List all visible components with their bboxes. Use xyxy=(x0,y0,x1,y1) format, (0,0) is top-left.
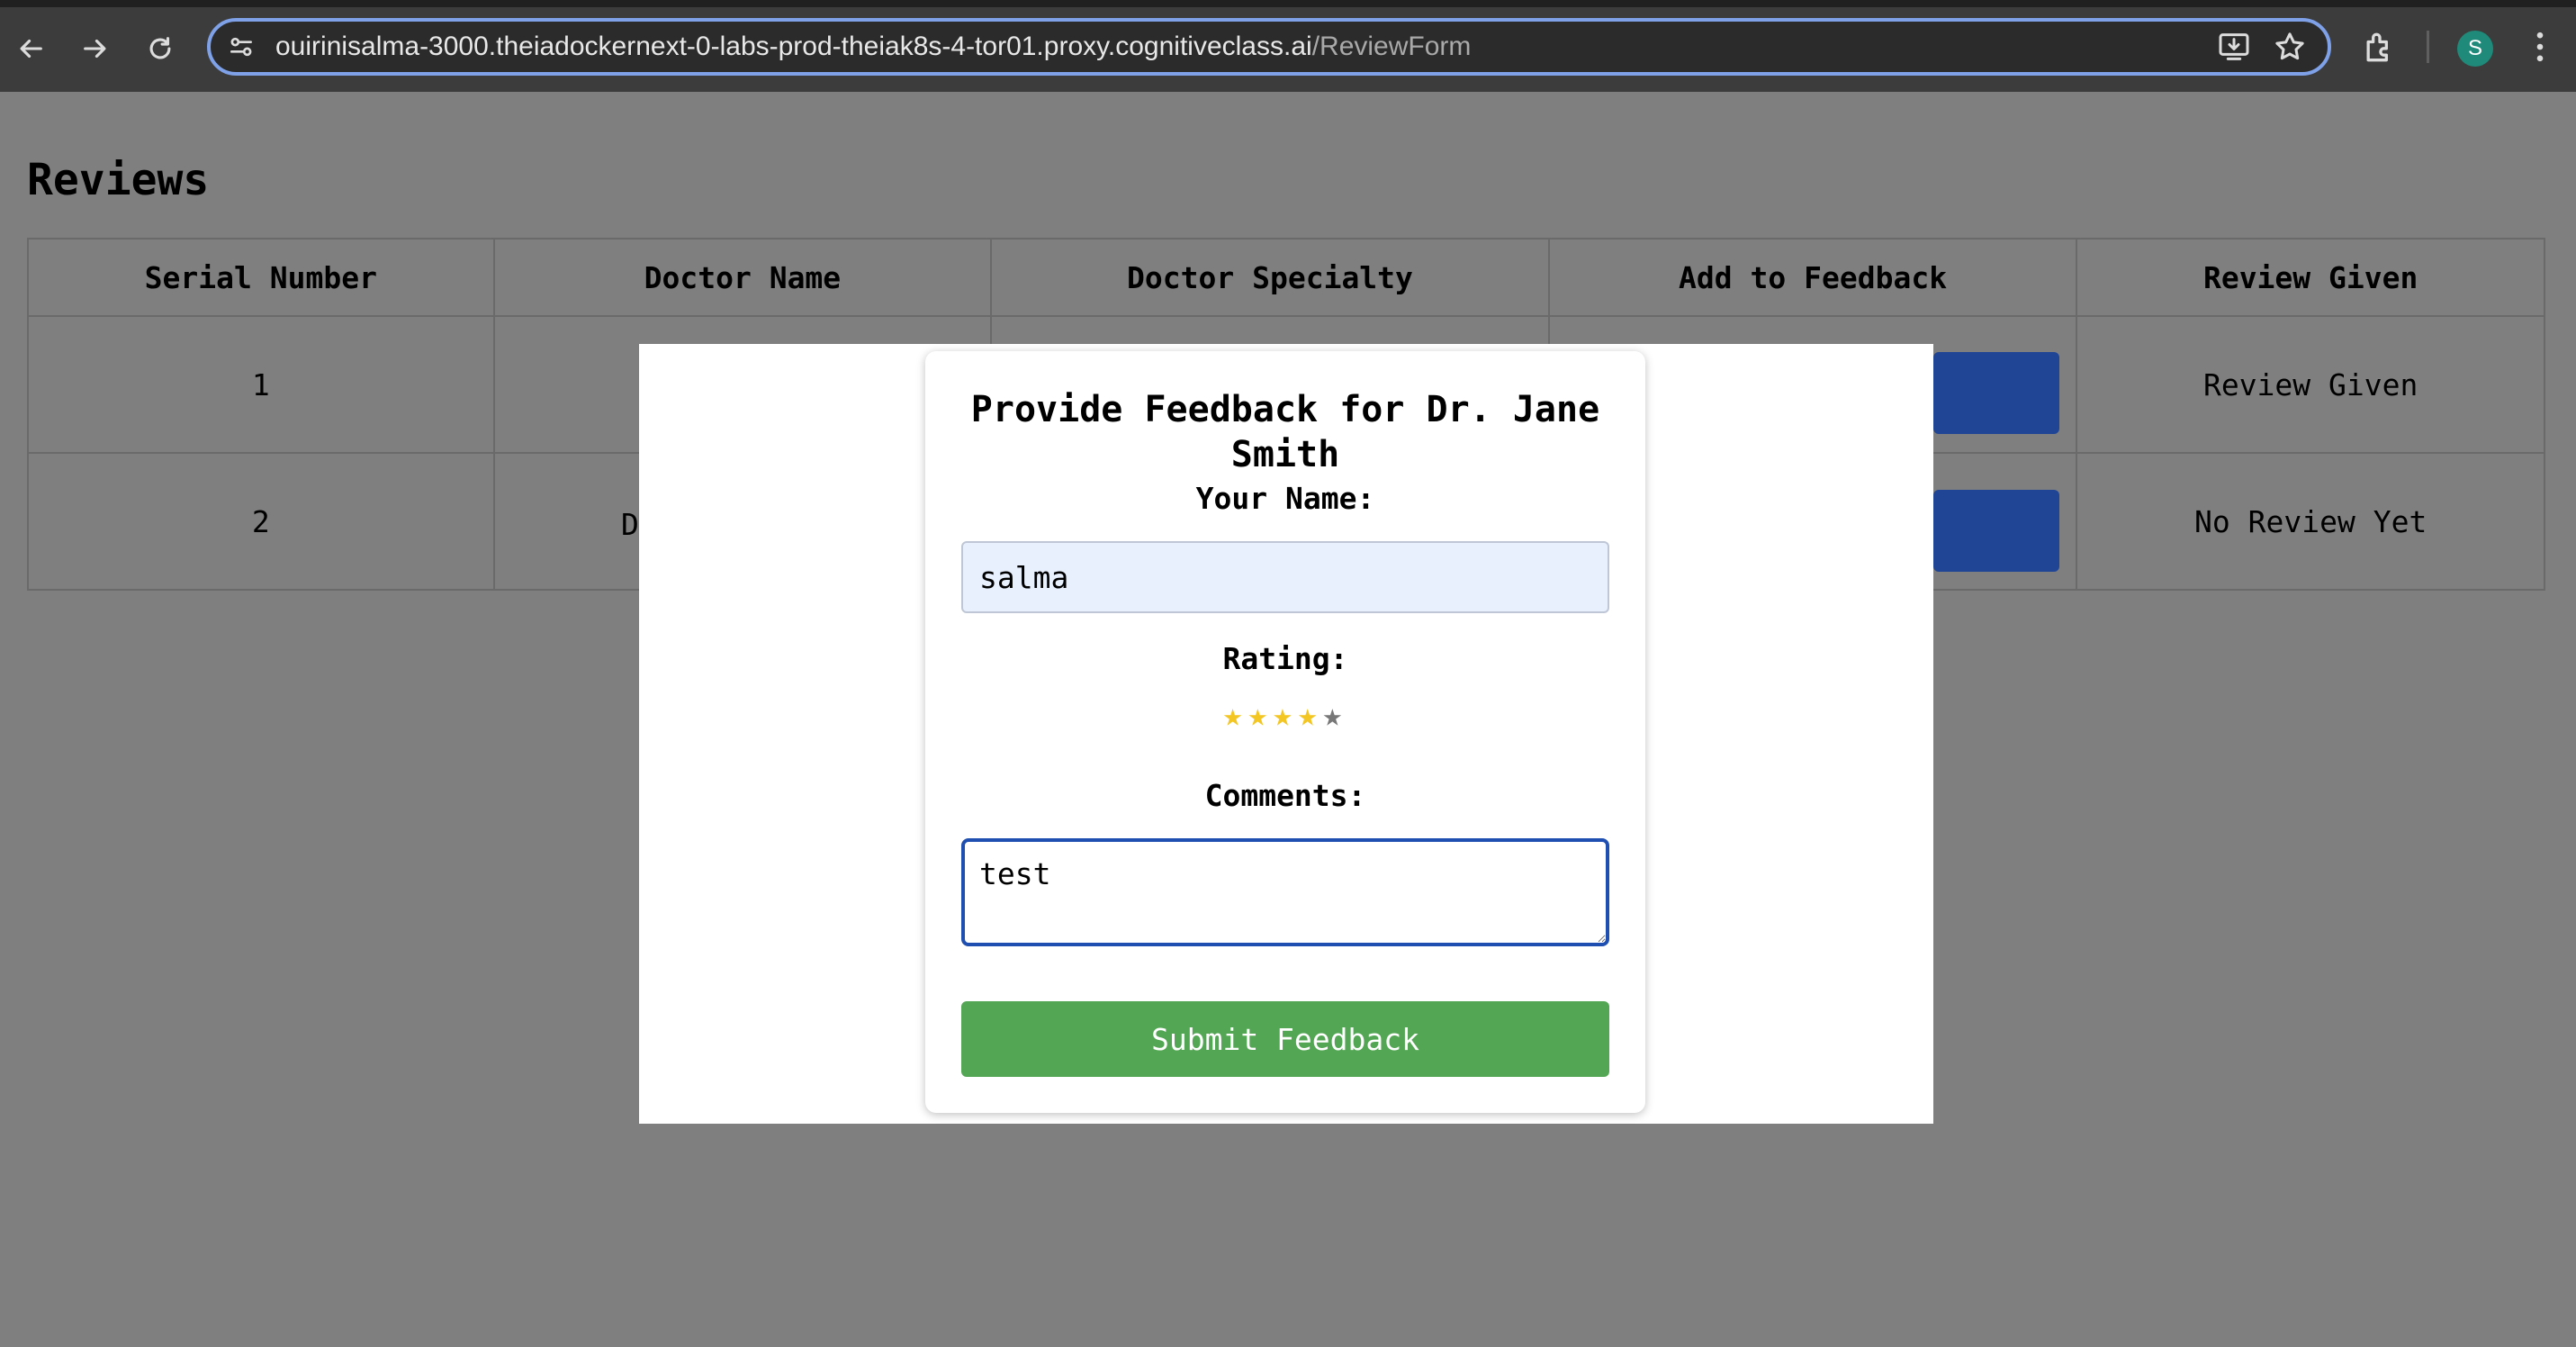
name-input[interactable] xyxy=(961,541,1609,613)
submit-feedback-button[interactable]: Submit Feedback xyxy=(961,1001,1609,1077)
star-icon[interactable]: ★ xyxy=(1223,697,1248,734)
star-icon[interactable]: ★ xyxy=(1298,697,1323,734)
feedback-button-row-1[interactable] xyxy=(1933,352,2059,434)
feedback-button-row-2[interactable] xyxy=(1933,490,2059,572)
rating-label: Rating: xyxy=(1222,641,1348,676)
reload-icon[interactable] xyxy=(137,25,184,72)
column-header: Add to Feedback xyxy=(1547,238,2078,317)
doctor-name-fragment: D xyxy=(621,507,639,542)
review-status-cell: No Review Yet xyxy=(2076,452,2545,591)
page-title: Reviews xyxy=(27,155,210,205)
star-rating[interactable]: ★★★★★ xyxy=(961,697,1609,734)
serial-cell: 1 xyxy=(27,315,495,454)
tab-strip-edge xyxy=(0,0,2576,7)
url-path: /ReviewForm xyxy=(1311,32,1472,61)
toolbar-divider xyxy=(2427,31,2429,63)
column-header: Doctor Specialty xyxy=(990,238,1550,317)
serial-cell: 2 xyxy=(27,452,495,591)
bookmark-star-icon[interactable] xyxy=(2272,29,2308,65)
review-status-cell: Review Given xyxy=(2076,315,2545,454)
kebab-menu-icon[interactable] xyxy=(2520,27,2560,67)
profile-avatar[interactable]: S xyxy=(2457,31,2493,67)
star-icon[interactable]: ★ xyxy=(1273,697,1298,734)
address-bar[interactable]: ouirinisalma-3000.theiadockernext-0-labs… xyxy=(207,18,2331,76)
extensions-icon[interactable] xyxy=(2360,27,2400,67)
column-header: Review Given xyxy=(2076,238,2545,317)
star-icon[interactable]: ★ xyxy=(1247,697,1273,734)
comments-label: Comments: xyxy=(1204,778,1366,813)
forward-arrow-icon[interactable] xyxy=(72,25,119,72)
install-app-icon[interactable] xyxy=(2216,29,2252,65)
column-header: Serial Number xyxy=(27,238,495,317)
url-host: ouirinisalma-3000.theiadockernext-0-labs… xyxy=(275,32,1312,61)
name-label: Your Name: xyxy=(1195,481,1375,516)
back-arrow-icon[interactable] xyxy=(7,25,54,72)
browser-toolbar: ouirinisalma-3000.theiadockernext-0-labs… xyxy=(0,0,2576,92)
column-header: Doctor Name xyxy=(492,238,993,317)
star-icon[interactable]: ★ xyxy=(1323,697,1348,734)
site-info-icon[interactable] xyxy=(227,32,256,61)
comments-textarea[interactable]: test xyxy=(961,838,1609,946)
table-header-row: Serial Number Doctor Name Doctor Special… xyxy=(27,238,2545,317)
form-title: Provide Feedback for Dr. Jane Smith xyxy=(970,389,1600,475)
url-text[interactable]: ouirinisalma-3000.theiadockernext-0-labs… xyxy=(275,22,1471,72)
feedback-form: Provide Feedback for Dr. Jane Smith Your… xyxy=(925,351,1645,1113)
